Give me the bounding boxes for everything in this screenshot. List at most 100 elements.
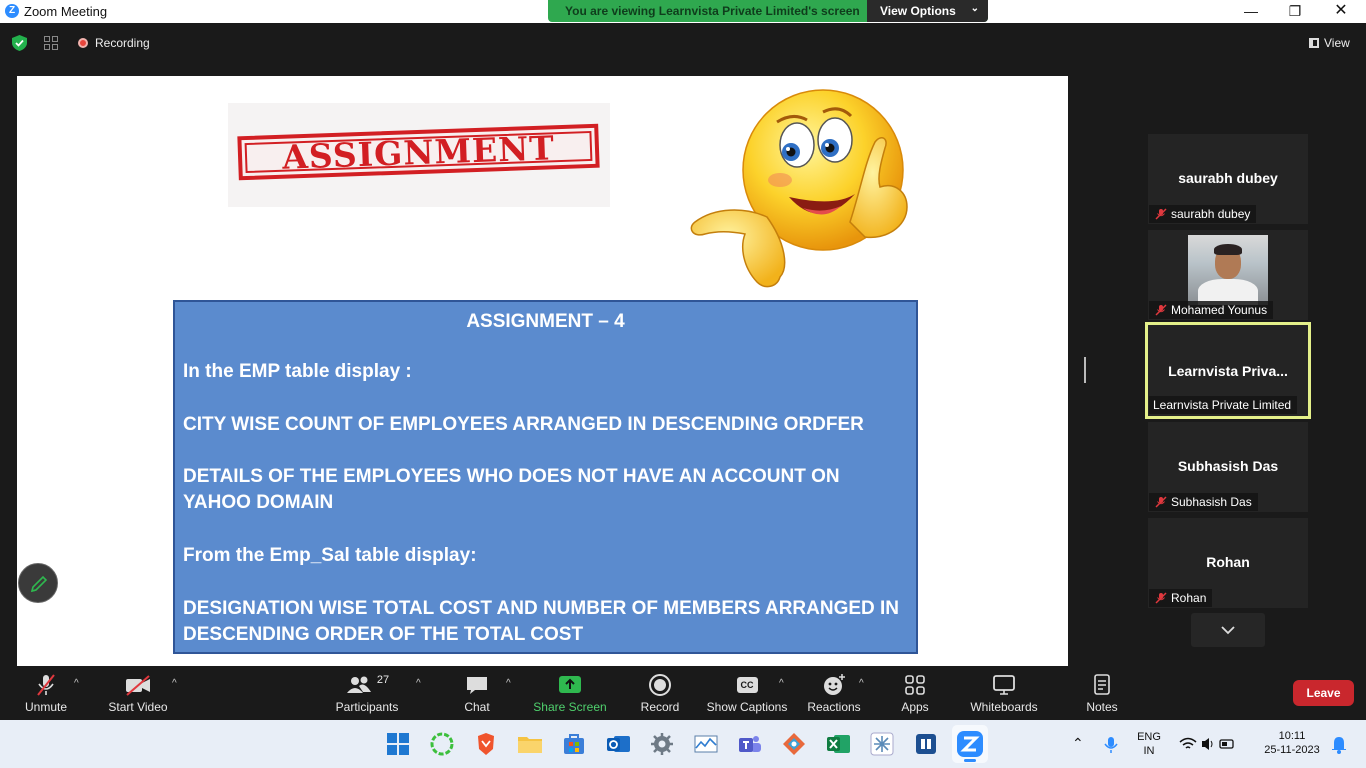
assignment-line-2: CITY WISE COUNT OF EMPLOYEES ARRANGED IN… — [183, 414, 864, 435]
participant-name: saurabh dubey — [1178, 170, 1278, 186]
shared-screen: ASSIGNMENT ASSIGNMENT – 4 In the EMP tab… — [17, 76, 1068, 666]
clock-date: 25-11-2023 — [1264, 744, 1320, 756]
view-label: View — [1324, 36, 1350, 50]
participant-tile-mohamed[interactable]: Mohamed Younus — [1148, 230, 1308, 320]
mic-muted-icon — [1155, 592, 1167, 604]
window-title: Zoom Meeting — [24, 4, 108, 19]
unmute-button[interactable]: Unmute — [20, 672, 72, 714]
participant-photo — [1188, 235, 1268, 305]
title-bar: Z Zoom Meeting You are viewing Learnvist… — [0, 0, 1366, 23]
windows-taskbar: ⌃ ENG IN 10:11 25-11-2023 — [0, 720, 1366, 768]
mic-muted-icon — [37, 674, 55, 696]
reactions-icon — [824, 674, 845, 695]
mic-muted-icon — [1155, 496, 1167, 508]
participants-button[interactable]: 27 Participants — [334, 672, 400, 714]
chat-options-caret[interactable]: ^ — [506, 678, 511, 689]
microphone-tray-icon[interactable] — [1098, 730, 1124, 758]
participant-tile-subhasish[interactable]: Subhasish Das Subhasish Das — [1148, 422, 1308, 512]
tray-overflow-icon[interactable]: ⌃ — [1072, 735, 1084, 752]
chat-icon — [467, 677, 487, 694]
performance-monitor-icon[interactable] — [692, 730, 720, 758]
chevron-down-icon: ⌄ — [970, 3, 979, 14]
teams-icon[interactable] — [736, 730, 764, 758]
record-icon — [649, 674, 671, 696]
recording-icon — [78, 38, 88, 48]
brave-browser-icon[interactable] — [472, 730, 500, 758]
audio-options-caret[interactable]: ^ — [74, 678, 79, 689]
sourcetree-icon[interactable] — [780, 730, 808, 758]
code-editor-icon[interactable] — [912, 730, 940, 758]
restore-button[interactable]: ❐ — [1272, 0, 1318, 23]
video-options-caret[interactable]: ^ — [172, 678, 177, 689]
stamp-text: ASSIGNMENT — [281, 127, 556, 177]
zoom-window: Z Zoom Meeting You are viewing Learnvist… — [0, 0, 1366, 768]
minimize-button[interactable]: — — [1228, 0, 1274, 23]
participant-tile-learnvista[interactable]: Learnvista Priva... Learnvista Private L… — [1145, 322, 1311, 419]
scroll-participants-down-button[interactable] — [1191, 613, 1265, 647]
file-explorer-icon[interactable] — [516, 730, 544, 758]
windows-start-icon[interactable] — [384, 730, 412, 758]
notes-icon — [1094, 674, 1110, 695]
recording-label[interactable]: Recording — [95, 36, 150, 50]
assignment-box: ASSIGNMENT – 4 In the EMP table display … — [173, 300, 918, 654]
reactions-button[interactable]: Reactions — [806, 672, 862, 714]
share-screen-icon — [559, 676, 581, 693]
notes-button[interactable]: Notes — [1084, 672, 1120, 714]
mic-muted-icon — [1155, 304, 1167, 316]
record-button[interactable]: Record — [638, 672, 682, 714]
language-indicator[interactable]: ENG IN — [1134, 730, 1164, 758]
assignment-stamp: ASSIGNMENT — [237, 123, 600, 181]
annotate-button[interactable] — [18, 563, 58, 603]
leave-button[interactable]: Leave — [1293, 680, 1354, 706]
share-screen-button[interactable]: Share Screen — [533, 672, 607, 714]
assignment-line-5: DESIGNATION WISE TOTAL COST AND NUMBER O… — [183, 598, 900, 645]
participant-tile-rohan[interactable]: Rohan Rohan — [1148, 518, 1308, 608]
participants-icon — [346, 676, 371, 693]
grid-icon[interactable] — [44, 36, 58, 50]
reactions-options-caret[interactable]: ^ — [859, 678, 864, 689]
view-icon — [1309, 38, 1319, 48]
pencil-icon — [30, 575, 48, 593]
whiteboards-button[interactable]: Whiteboards — [966, 672, 1042, 714]
show-captions-button[interactable]: CC Show Captions — [706, 672, 788, 714]
chat-button[interactable]: Chat — [459, 672, 495, 714]
chevron-down-icon — [1221, 626, 1235, 635]
apps-icon — [905, 675, 925, 695]
loading-app-icon[interactable] — [428, 730, 456, 758]
thinking-emoji-icon — [690, 89, 908, 288]
participant-label: saurabh dubey — [1149, 205, 1257, 223]
view-options-button[interactable]: View Options ⌄ — [867, 0, 988, 22]
start-video-button[interactable]: Start Video — [104, 672, 172, 714]
participant-name: Subhasish Das — [1177, 458, 1279, 474]
participant-name: Rohan — [1206, 554, 1250, 570]
view-button[interactable]: View — [1309, 36, 1350, 50]
zoom-taskbar-icon[interactable] — [952, 725, 988, 763]
microsoft-store-icon[interactable] — [560, 730, 588, 758]
assignment-line-3: DETAILS OF THE EMPLOYEES WHO DOES NOT HA… — [183, 466, 840, 513]
panel-resize-handle[interactable] — [1084, 357, 1086, 383]
whiteboard-icon — [993, 675, 1015, 695]
outlook-icon[interactable] — [604, 730, 632, 758]
settings-icon[interactable] — [648, 730, 676, 758]
meeting-toolbar: Unmute ^ Start Video ^ 27 Participants ^… — [0, 666, 1366, 720]
participant-label: Subhasish Das — [1149, 493, 1258, 511]
close-button[interactable]: ✕ — [1318, 0, 1364, 23]
apps-button[interactable]: Apps — [898, 672, 932, 714]
assignment-line-1: In the EMP table display : — [183, 361, 412, 382]
participant-name: Learnvista Priva... — [1168, 363, 1288, 379]
participant-label: Mohamed Younus — [1149, 301, 1274, 319]
network-volume-battery-icons[interactable] — [1176, 730, 1236, 758]
participant-tile-saurabh[interactable]: saurabh dubey saurabh dubey — [1148, 134, 1308, 224]
clock[interactable]: 10:11 25-11-2023 — [1256, 729, 1328, 757]
snowflake-app-icon[interactable] — [868, 730, 896, 758]
captions-options-caret[interactable]: ^ — [779, 678, 784, 689]
notification-bell-icon[interactable] — [1330, 730, 1348, 758]
participant-label: Learnvista Private Limited — [1149, 396, 1298, 414]
banner-message: You are viewing Learnvista Private Limit… — [565, 4, 860, 18]
shield-icon[interactable] — [12, 35, 27, 51]
clock-time: 10:11 — [1278, 730, 1306, 742]
excel-icon[interactable] — [824, 730, 852, 758]
video-off-icon — [126, 675, 150, 696]
assignment-line-4: From the Emp_Sal table display: — [183, 545, 477, 566]
participants-options-caret[interactable]: ^ — [416, 678, 421, 689]
